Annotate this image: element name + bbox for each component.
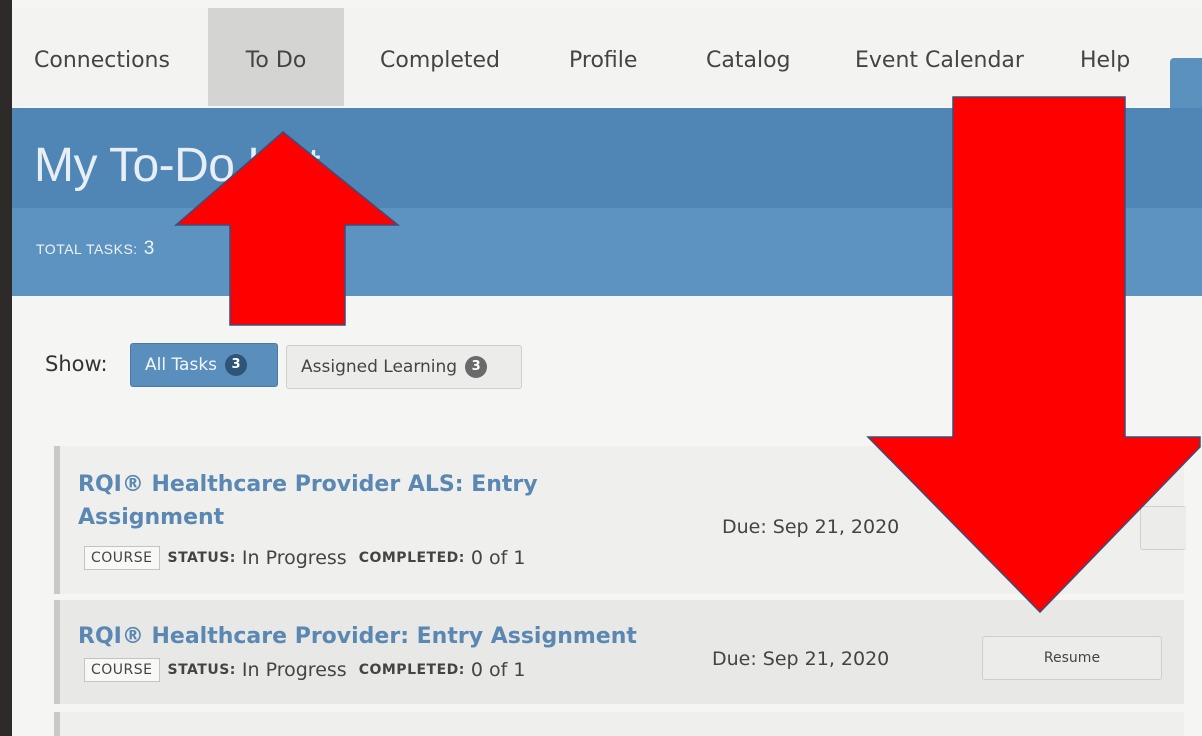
annotation-layer [173, 96, 1201, 614]
red-up-arrow-icon [173, 131, 401, 326]
red-down-arrow-icon [866, 96, 1201, 614]
